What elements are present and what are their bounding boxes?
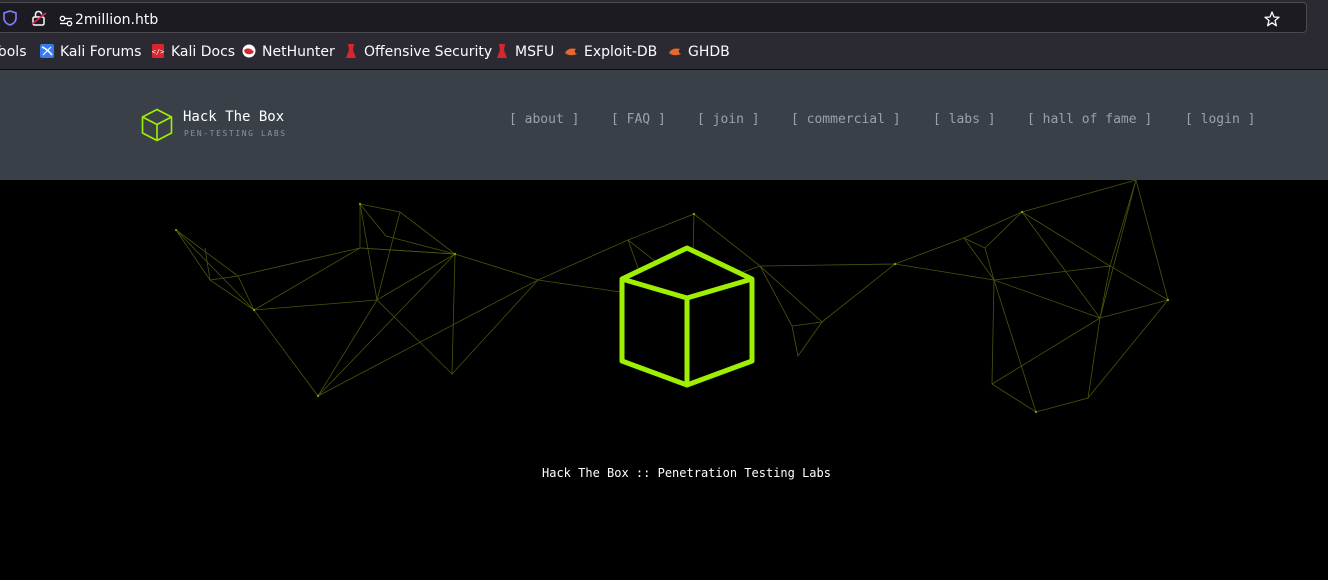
htb-cube-hero-icon [619, 245, 755, 388]
nav-login[interactable]: [ login ] [1185, 112, 1255, 127]
bookmark-offensive-security[interactable]: Offensive Security [344, 44, 492, 60]
brand-subtitle: PEN-TESTING LABS [184, 129, 287, 138]
insecure-lock-icon[interactable] [31, 10, 47, 30]
brand-title: Hack The Box [183, 109, 285, 125]
offsec-icon [344, 44, 358, 58]
bookmark-ghdb[interactable]: GHDB [668, 44, 730, 60]
kali-docs-icon: </> [151, 44, 165, 58]
nav-faq[interactable]: [ FAQ ] [611, 112, 666, 127]
nav-about[interactable]: [ about ] [509, 112, 579, 127]
bookmarks-toolbar: Tools Kali Forums </>Kali Docs NetHunter… [0, 42, 1328, 66]
exploitdb-icon [564, 44, 578, 58]
address-bar[interactable]: 2million.htb [0, 2, 1307, 33]
bookmark-exploit-db[interactable]: Exploit-DB [564, 44, 657, 60]
bookmark-kali-forums[interactable]: Kali Forums [40, 44, 141, 60]
svg-text:</>: </> [152, 48, 165, 56]
hero-tagline: Hack The Box :: Penetration Testing Labs [542, 466, 831, 480]
nav-labs[interactable]: [ labs ] [933, 112, 996, 127]
bookmark-star-icon[interactable] [1264, 11, 1280, 31]
nethunter-icon [242, 44, 256, 58]
nav-join[interactable]: [ join ] [697, 112, 760, 127]
browser-chrome: 2million.htb Tools Kali Forums </>Kali D… [0, 0, 1328, 70]
tracking-shield-icon[interactable] [3, 10, 17, 30]
page-permissions-icon[interactable] [59, 12, 73, 31]
bookmark-msfu[interactable]: MSFU [495, 44, 554, 60]
bookmark-kali-docs[interactable]: </> Kali Docs [151, 44, 235, 60]
site-header: Hack The Box PEN-TESTING LABS [ about ] … [0, 70, 1328, 180]
bookmark-tools[interactable]: Tools [0, 44, 27, 60]
nav-hall-of-fame[interactable]: [ hall of fame ] [1027, 112, 1152, 127]
url-text[interactable]: 2million.htb [75, 12, 158, 28]
kali-forums-icon [40, 44, 54, 58]
htb-cube-icon [141, 108, 173, 142]
hero-section: Hack The Box :: Penetration Testing Labs [0, 180, 1328, 580]
bookmark-nethunter[interactable]: NetHunter [242, 44, 335, 60]
nav-commercial[interactable]: [ commercial ] [791, 112, 901, 127]
ghdb-icon [668, 44, 682, 58]
msfu-icon [495, 44, 509, 58]
